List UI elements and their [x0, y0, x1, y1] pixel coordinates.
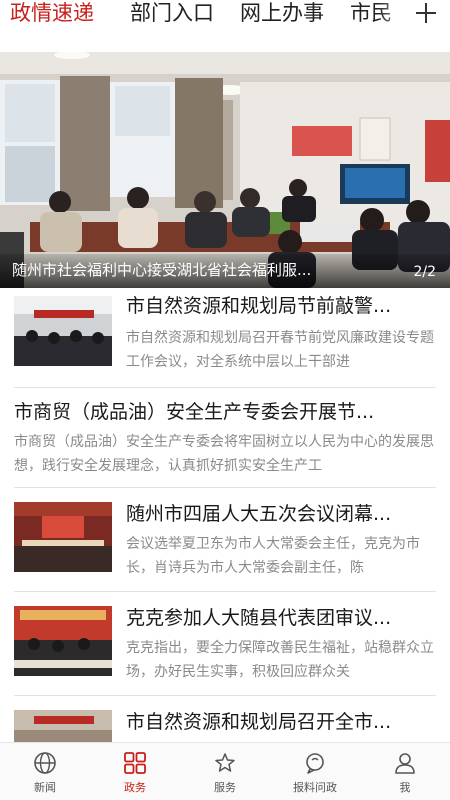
nav-me[interactable]: 我 — [360, 743, 450, 800]
news-item-3[interactable]: 随州市四届人大五次会议闭幕... 会议选举夏卫东为市人大常委会主任，克克为市长，… — [14, 488, 436, 592]
news-title: 市自然资源和规划局节前敲警... — [126, 295, 392, 317]
news-summary: 克克指出，要全力保障改善民生福祉，站稳群众立场，办好民生实事，积极回应群众关 — [126, 640, 434, 680]
grid-icon — [124, 752, 146, 774]
news-item-2[interactable]: 市商贸（成品油）安全生产专委会开展节... 市商贸（成品油）安全生产专委会将牢固… — [14, 388, 436, 488]
banner-caption[interactable]: 随州市社会福利中心接受湖北省社会福利服... — [12, 259, 382, 280]
news-title: 克克参加人大随县代表团审议... — [126, 607, 392, 629]
bottom-navigation: 新闻 政务 服务 报料问政 我 — [0, 742, 450, 800]
tab-policy-news[interactable]: 政情速递 — [10, 0, 94, 26]
news-list: 市自然资源和规划局节前敲警... 市自然资源和规划局召开春节前党风廉政建设专题工… — [0, 288, 450, 742]
nav-label: 报料问政 — [293, 781, 337, 794]
news-item-5[interactable]: 市自然资源和规划局召开全市... — [14, 696, 436, 742]
news-thumbnail — [14, 502, 112, 572]
news-title: 市商贸（成品油）安全生产专委会开展节... — [14, 401, 375, 423]
tab-online-services[interactable]: 网上办事 — [240, 0, 324, 26]
banner-pager: 2/2 — [413, 264, 436, 280]
chat-icon — [306, 753, 324, 774]
nav-government[interactable]: 政务 — [90, 743, 180, 800]
banner-photo — [0, 52, 450, 288]
top-tab-bar: 政情速递 部门入口 网上办事 市民 — [0, 0, 450, 52]
service-icon — [215, 753, 235, 772]
news-title: 市自然资源和规划局召开全市... — [126, 711, 392, 733]
news-thumbnail — [14, 606, 112, 676]
nav-news[interactable]: 新闻 — [0, 743, 90, 800]
user-icon — [395, 753, 415, 774]
news-item-4[interactable]: 克克参加人大随县代表团审议... 克克指出，要全力保障改善民生福祉，站稳群众立场… — [14, 592, 436, 696]
nav-label: 我 — [399, 781, 411, 794]
nav-report[interactable]: 报料问政 — [270, 743, 360, 800]
globe-icon — [34, 752, 56, 774]
news-summary: 会议选举夏卫东为市人大常委会主任，克克为市长，肖诗兵为市人大常委会副主任，陈 — [126, 536, 420, 576]
news-thumbnail — [14, 296, 112, 366]
nav-label: 新闻 — [34, 781, 56, 794]
news-item-1[interactable]: 市自然资源和规划局节前敲警... 市自然资源和规划局召开春节前党风廉政建设专题工… — [14, 288, 436, 388]
add-tab-button[interactable] — [412, 0, 440, 28]
nav-label: 政务 — [124, 781, 146, 794]
plus-icon-vertical — [425, 3, 427, 23]
nav-services[interactable]: 服务 — [180, 743, 270, 800]
banner-carousel[interactable]: 随州市社会福利中心接受湖北省社会福利服... 2/2 — [0, 52, 450, 288]
news-summary: 市自然资源和规划局召开春节前党风廉政建设专题工作会议，对全系统中层以上干部进 — [126, 330, 434, 370]
news-thumbnail — [14, 710, 112, 742]
tab-department-entry[interactable]: 部门入口 — [130, 0, 214, 26]
news-summary: 市商贸（成品油）安全生产专委会将牢固树立以人民为中心的发展思想，践行安全发展理念… — [14, 434, 434, 474]
news-title: 随州市四届人大五次会议闭幕... — [126, 503, 392, 525]
nav-label: 服务 — [214, 781, 236, 794]
